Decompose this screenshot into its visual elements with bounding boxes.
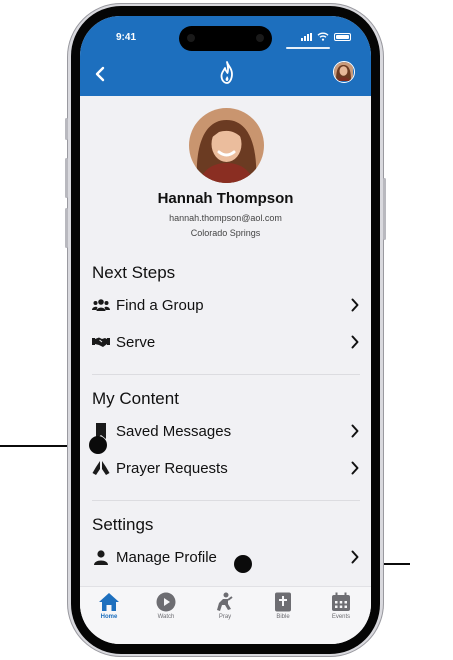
list-item-label: Find a Group: [116, 296, 204, 314]
praying-person-icon: [217, 592, 233, 611]
tab-events[interactable]: Events: [321, 592, 361, 620]
section-title-next-steps: Next Steps: [92, 263, 176, 282]
tab-label: Pray: [218, 614, 232, 620]
tab-bar: Home Watch Pray Bible Events: [80, 586, 371, 644]
volume-down-button: [65, 208, 68, 248]
user-icon: [92, 548, 110, 566]
app-header: 9:41: [80, 16, 371, 96]
list-item-prayer-requests[interactable]: Prayer Requests: [92, 453, 360, 483]
profile-photo: [189, 108, 264, 183]
tab-label: Home: [100, 614, 118, 620]
list-item-label: Serve: [116, 333, 156, 351]
tab-watch[interactable]: Watch: [146, 592, 186, 620]
power-button: [383, 178, 386, 240]
callout-marker-left: [89, 436, 107, 454]
list-item-label: Prayer Requests: [116, 459, 228, 477]
profile-image: [189, 108, 264, 183]
section-title-my-content: My Content: [92, 389, 179, 408]
avatar-image: [334, 62, 353, 81]
status-time: 9:41: [116, 32, 137, 43]
status-icons: [301, 32, 351, 41]
chevron-right-icon: [351, 335, 359, 349]
camera-dot-icon: [187, 34, 195, 42]
profile-location: Colorado Springs: [190, 228, 261, 238]
chevron-right-icon: [351, 461, 359, 475]
list-item-find-a-group[interactable]: Find a Group: [92, 290, 360, 320]
users-icon: [92, 296, 110, 314]
action-button: [65, 118, 68, 140]
list-item-serve[interactable]: Serve: [92, 327, 360, 357]
user-avatar[interactable]: [333, 61, 355, 83]
section-title-settings: Settings: [92, 515, 154, 534]
tab-pray[interactable]: Pray: [205, 592, 245, 620]
volume-up-button: [65, 158, 68, 198]
dynamic-island: [179, 26, 272, 51]
profile-email: hannah.thompson@aol.com: [169, 213, 282, 223]
divider: [92, 374, 360, 375]
phone-frame: 9:41 Hannah Thompson hannah.thompson@aol…: [65, 3, 386, 657]
home-icon: [99, 593, 119, 611]
divider: [92, 500, 360, 501]
tab-label: Watch: [157, 614, 175, 620]
tab-label: Bible: [276, 614, 290, 620]
bible-icon: [275, 592, 291, 612]
list-item-label: Saved Messages: [116, 422, 232, 440]
status-underline: [286, 47, 330, 49]
app-screen: 9:41 Hannah Thompson hannah.thompson@aol…: [80, 16, 371, 644]
profile-name: Hannah Thompson: [157, 190, 294, 207]
chevron-left-icon[interactable]: [92, 65, 110, 83]
signal-icon: [301, 32, 312, 41]
play-circle-icon: [156, 592, 176, 612]
tab-label: Events: [331, 614, 351, 620]
battery-icon: [334, 32, 351, 41]
flame-logo-icon: [220, 61, 233, 84]
tab-home[interactable]: Home: [89, 592, 129, 620]
sensor-dot-icon: [256, 34, 264, 42]
chevron-right-icon: [351, 298, 359, 312]
praying-hands-icon: [92, 459, 110, 477]
callout-marker-right: [234, 555, 252, 573]
wifi-icon: [317, 32, 329, 41]
list-item-label: Manage Profile: [116, 548, 217, 566]
list-item-saved-messages[interactable]: Saved Messages: [92, 416, 360, 446]
list-item-manage-profile[interactable]: Manage Profile: [92, 542, 360, 572]
tab-bible[interactable]: Bible: [263, 592, 303, 620]
chevron-right-icon: [351, 550, 359, 564]
chevron-right-icon: [351, 424, 359, 438]
handshake-icon: [92, 333, 110, 351]
calendar-icon: [332, 592, 350, 611]
